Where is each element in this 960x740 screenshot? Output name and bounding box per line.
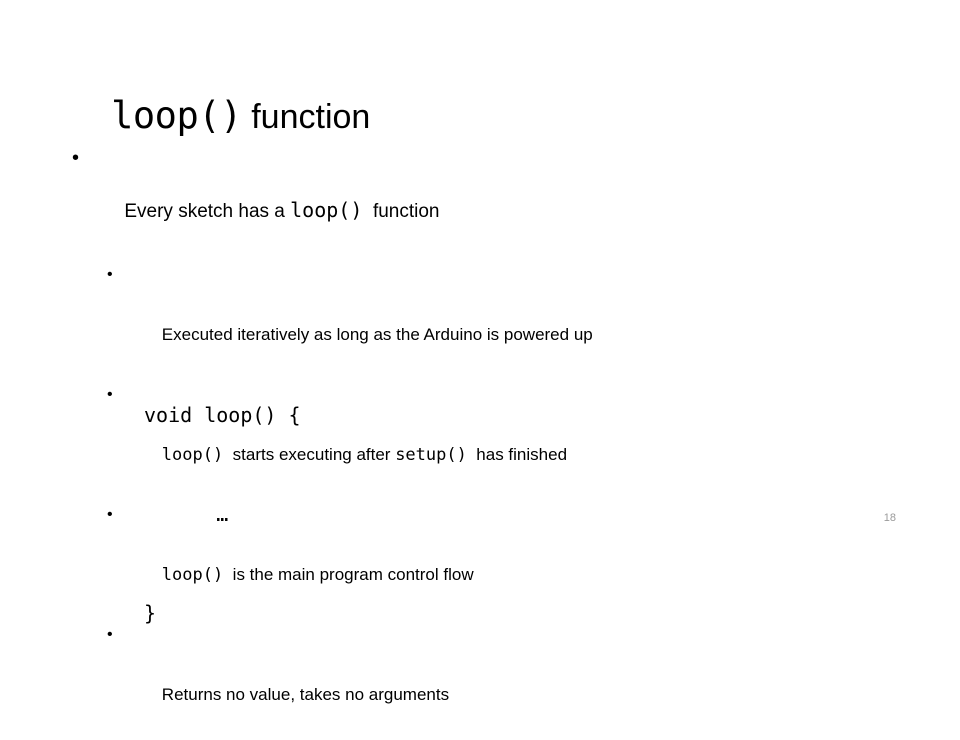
bullet-segment-code: setup() [395, 445, 467, 465]
bullet-marker: • [107, 506, 113, 523]
page-title-code: loop() [111, 93, 242, 137]
bullet-segment-text: Every sketch has a [124, 201, 291, 222]
slide: loop() function • Every sketch has a loo… [0, 0, 960, 704]
code-line: } [144, 601, 157, 625]
slide-number: 18 [883, 512, 896, 524]
bullet-segment-text: function [362, 201, 440, 222]
bullet-marker: • [72, 147, 80, 169]
page-title-text: function [241, 97, 371, 136]
bullet-segment-code: loop() [290, 198, 363, 222]
code-line: void loop() { [144, 403, 301, 427]
bullet-marker: • [107, 626, 113, 643]
bullet-segment-text: has finished [466, 445, 568, 464]
bullet-marker: • [107, 386, 113, 403]
code-line: … [144, 502, 229, 526]
bullet-level1: • Every sketch has a loop() function [70, 145, 890, 251]
bullet-marker: • [107, 266, 113, 283]
code-block: void loop() { … } [144, 333, 301, 696]
